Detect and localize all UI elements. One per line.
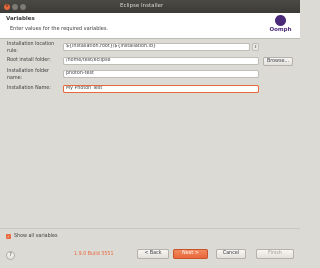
show-all-checkbox[interactable]: ✓ [6,234,11,239]
spinner-arrows-icon: ⇕ [253,44,258,49]
install-name-field[interactable]: My Photon Test [63,85,259,93]
next-button[interactable]: Next > [173,249,208,259]
checkmark-icon: ✓ [6,234,11,239]
minimize-window-button[interactable] [12,3,18,10]
cancel-button[interactable]: Cancel [216,249,246,259]
oomph-logo: Oomph [268,15,293,37]
close-window-button[interactable]: × [4,3,10,10]
page-header: Variables Enter values for the required … [0,13,300,38]
window-title: Eclipse Installer [120,3,164,9]
oomph-logo-text: Oomph [269,27,292,33]
root-folder-field[interactable]: /home/test/eclipse [63,57,259,65]
back-button[interactable]: < Back [137,249,169,259]
help-button[interactable]: ? [6,251,15,260]
folder-name-field[interactable]: photon-test [63,70,259,78]
show-all-label: Show all variables [14,234,58,239]
root-folder-label: Root install folder: [7,58,51,63]
title-bar: × Eclipse Installer [0,0,300,13]
header-divider [0,38,300,39]
install-name-label: Installation Name: [7,86,51,91]
folder-name-label: Installation folder name: [7,69,50,81]
page-title: Variables [6,16,35,22]
browse-button[interactable]: Browse... [263,56,293,66]
maximize-window-button[interactable] [20,3,26,10]
build-version-link[interactable]: 1.9.0 Build 3551 [74,252,114,258]
install-location-label: Installation location rule: [7,42,55,54]
install-location-dropdown[interactable]: ⇕ [252,43,259,51]
help-icon: ? [9,252,12,258]
install-location-field[interactable]: ${installation.root}/${installation.id} [63,43,250,51]
page-description: Enter values for the required variables. [10,26,109,32]
footer-divider [0,228,300,229]
finish-button[interactable]: Finish [256,249,294,259]
oomph-logo-icon [275,15,286,26]
